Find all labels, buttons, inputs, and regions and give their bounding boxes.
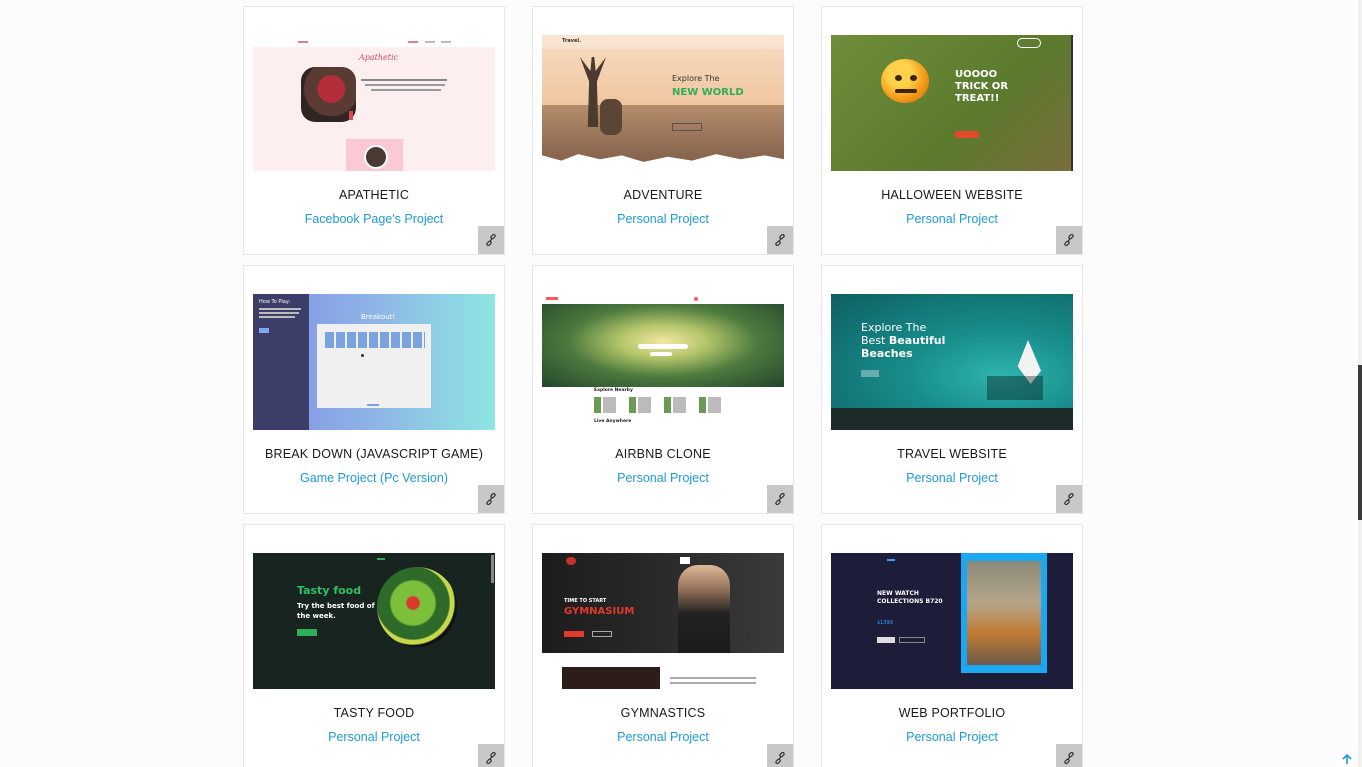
project-subtitle-link[interactable]: Personal Project — [822, 212, 1082, 226]
thumbnail-brand: Travel. — [562, 38, 581, 44]
link-icon — [1064, 234, 1074, 246]
project-link-button[interactable] — [1056, 744, 1082, 767]
project-link-button[interactable] — [1056, 226, 1082, 254]
thumbnail-game-title: Breakout! — [361, 313, 396, 321]
portfolio-page: Apathetic APATHETIC Facebook Page's Proj… — [0, 0, 1362, 767]
project-subtitle-link[interactable]: Personal Project — [822, 471, 1082, 485]
project-thumbnail[interactable]: How To Play: Breakout! — [253, 294, 495, 430]
project-thumbnail[interactable]: NEW WATCH COLLECTIONS B720 $1399 — [831, 553, 1073, 689]
project-link-button[interactable] — [478, 744, 504, 767]
project-link-button[interactable] — [478, 485, 504, 513]
link-icon — [775, 493, 785, 505]
arrow-up-icon — [1342, 753, 1352, 764]
project-subtitle-link[interactable]: Facebook Page's Project — [244, 212, 504, 226]
project-card-travel-website: Explore The Best Beautiful Beaches TRAVE… — [821, 265, 1083, 514]
thumbnail-line1: UOOOO — [955, 69, 998, 80]
project-card-apathetic: Apathetic APATHETIC Facebook Page's Proj… — [243, 6, 505, 255]
link-icon — [1064, 752, 1074, 764]
thumbnail-heading: Tasty food — [297, 584, 362, 597]
link-icon — [486, 234, 496, 246]
link-icon — [486, 493, 496, 505]
project-subtitle-link[interactable]: Personal Project — [244, 730, 504, 744]
project-thumbnail[interactable]: Apathetic — [253, 35, 495, 171]
project-thumbnail[interactable]: Travel. Explore The NEW WORLD — [542, 35, 784, 171]
project-subtitle-link[interactable]: Personal Project — [533, 730, 793, 744]
project-card-tasty-food: Tasty food Try the best food of the week… — [243, 524, 505, 767]
thumbnail-line2-part2: Beautiful — [888, 334, 946, 347]
scrollbar-thumb[interactable] — [1358, 365, 1362, 520]
thumbnail-line2-part1: Best — [861, 334, 889, 347]
thumbnail-line1: NEW WATCH — [877, 590, 919, 597]
project-title: TRAVEL WEBSITE — [897, 447, 1007, 461]
project-title: GYMNASTICS — [620, 706, 706, 720]
project-link-button[interactable] — [767, 226, 793, 254]
thumbnail-line2a: Best Beautiful — [861, 335, 945, 347]
project-card-break-down: How To Play: Breakout! BREAK DOWN (JAVAS… — [243, 265, 505, 514]
link-icon — [775, 234, 785, 246]
project-subtitle-link[interactable]: Personal Project — [533, 212, 793, 226]
project-thumbnail[interactable]: TIME TO START GYMNASIUM — [542, 553, 784, 689]
thumbnail-line2: GYMNASIUM — [564, 606, 635, 617]
thumbnail-line1: Explore The — [861, 321, 927, 334]
project-title: HALLOWEEN WEBSITE — [881, 188, 1023, 202]
project-card-web-portfolio: NEW WATCH COLLECTIONS B720 $1399 WEB POR… — [821, 524, 1083, 767]
project-thumbnail[interactable]: Tasty food Try the best food of the week… — [253, 553, 495, 689]
project-title: BREAK DOWN (JAVASCRIPT GAME) — [264, 447, 484, 461]
thumbnail-section1: Explore Nearby — [594, 388, 633, 393]
project-card-gymnastics: TIME TO START GYMNASIUM GYMNASTICS Perso… — [532, 524, 794, 767]
thumbnail-side-title: How To Play: — [259, 299, 291, 305]
thumbnail-line1: Try the best food of — [297, 602, 375, 610]
project-thumbnail[interactable]: UOOOO TRICK OR TREAT!! — [831, 35, 1073, 171]
project-title: WEB PORTFOLIO — [898, 706, 1006, 720]
link-icon — [775, 752, 785, 764]
project-subtitle-link[interactable]: Game Project (Pc Version) — [244, 471, 504, 485]
project-title: TASTY FOOD — [333, 706, 415, 720]
thumbnail-price: $1399 — [877, 620, 893, 626]
thumbnail-line3: Beaches — [861, 347, 913, 360]
thumbnail-line1: TIME TO START — [564, 598, 607, 604]
project-thumbnail[interactable]: Explore Nearby Live Anywhere — [542, 294, 784, 430]
project-title: APATHETIC — [338, 188, 410, 202]
thumbnail-line2: COLLECTIONS B720 — [877, 598, 943, 605]
link-icon — [1064, 493, 1074, 505]
project-subtitle-link[interactable]: Personal Project — [822, 730, 1082, 744]
thumbnail-line1: Explore The — [672, 74, 720, 83]
project-card-halloween: UOOOO TRICK OR TREAT!! HALLOWEEN WEBSITE… — [821, 6, 1083, 255]
thumbnail-line3: TREAT!! — [955, 93, 1000, 104]
project-title: ADVENTURE — [623, 188, 703, 202]
thumbnail-line2: the week. — [297, 612, 336, 620]
projects-grid: Apathetic APATHETIC Facebook Page's Proj… — [243, 6, 1083, 767]
project-subtitle-link[interactable]: Personal Project — [533, 471, 793, 485]
link-icon — [486, 752, 496, 764]
back-to-top-button[interactable] — [1336, 750, 1358, 767]
project-card-airbnb-clone: Explore Nearby Live Anywhere AIRBNB CLON… — [532, 265, 794, 514]
project-card-adventure: Travel. Explore The NEW WORLD ADVENTURE … — [532, 6, 794, 255]
project-thumbnail[interactable]: Explore The Best Beautiful Beaches — [831, 294, 1073, 430]
project-link-button[interactable] — [478, 226, 504, 254]
thumbnail-heading: Apathetic — [359, 53, 399, 62]
project-title: AIRBNB CLONE — [615, 447, 711, 461]
project-link-button[interactable] — [767, 485, 793, 513]
project-link-button[interactable] — [1056, 485, 1082, 513]
thumbnail-section2: Live Anywhere — [594, 419, 632, 424]
project-link-button[interactable] — [767, 744, 793, 767]
thumbnail-line2: TRICK OR — [955, 81, 1009, 92]
thumbnail-line2: NEW WORLD — [672, 87, 744, 98]
